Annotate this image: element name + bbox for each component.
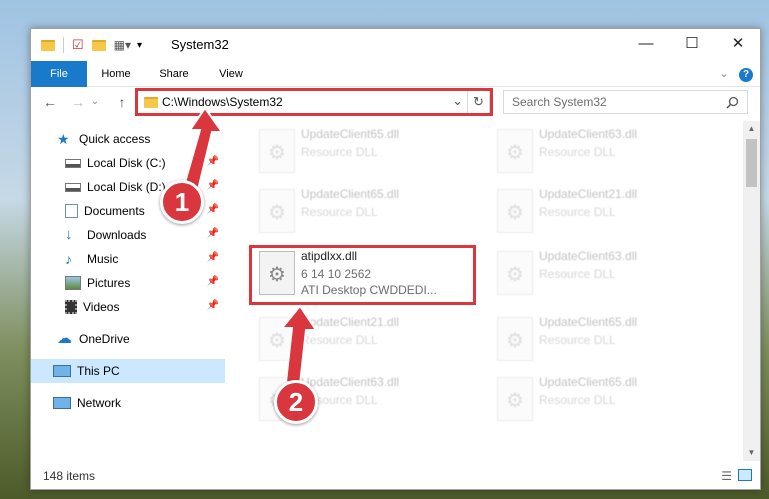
arrow-1-icon	[182, 106, 224, 192]
arrow-2-icon	[279, 304, 318, 386]
callout-1: 1	[160, 180, 204, 224]
annotation-overlay	[182, 106, 318, 386]
callout-2: 2	[274, 380, 318, 424]
